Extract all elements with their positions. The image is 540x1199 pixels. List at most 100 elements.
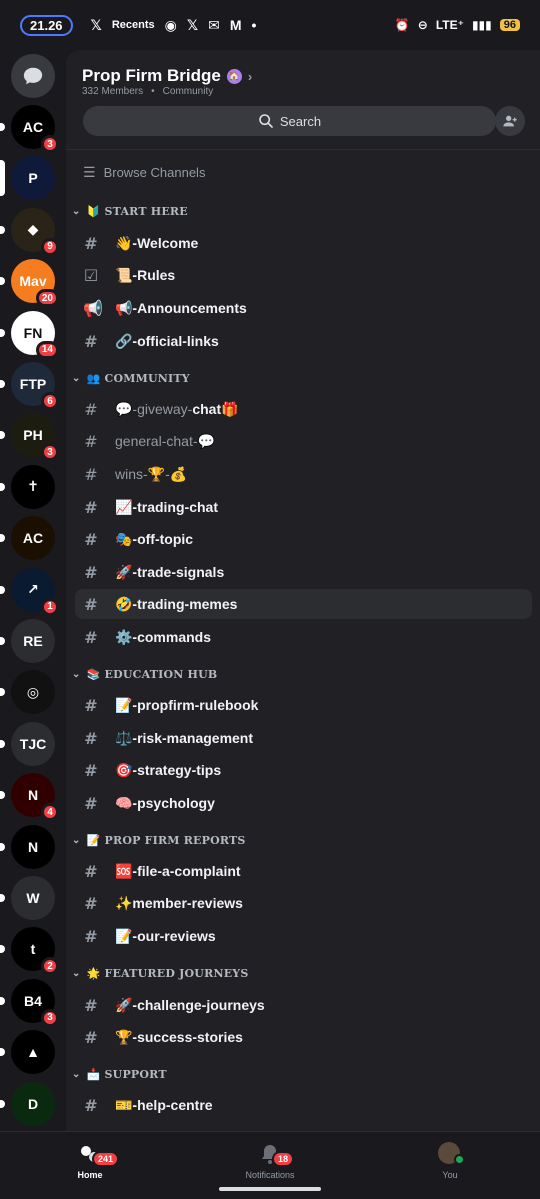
server-icon-14[interactable]: N4	[0, 769, 66, 822]
server-icon-7[interactable]: PH 3	[0, 410, 66, 462]
channel-name: 💬-giveway-	[115, 400, 193, 417]
x-icon: 𝕏	[90, 16, 102, 33]
tab-notifications-label: Notifications	[245, 1170, 295, 1180]
mention-badge: 9	[41, 237, 59, 256]
server-icon-20[interactable]: D	[0, 1078, 66, 1129]
server-initials: N	[27, 838, 39, 855]
network-label: LTE⁺	[435, 18, 464, 32]
channel-challenge-journeys[interactable]: # 🚀-challenge-journeys	[75, 990, 532, 1020]
member-count: 332 Members	[82, 86, 144, 97]
server-avatar: FTP 6	[11, 362, 59, 411]
channel-announcements[interactable]: 📢 📢-Announcements	[75, 293, 532, 323]
server-icon-15[interactable]: N	[0, 821, 66, 872]
hash-icon: #	[84, 331, 98, 351]
server-icon-13[interactable]: TJC	[0, 718, 66, 769]
server-icon-8[interactable]: ✝	[0, 461, 66, 512]
channel-name: ⚖️-risk-management	[115, 729, 254, 746]
server-icon-19[interactable]: ▲	[0, 1026, 66, 1077]
channel-commands[interactable]: # ⚙️-commands	[75, 622, 532, 652]
server-icon-10[interactable]: ↗ 1	[0, 564, 66, 616]
browse-channels[interactable]: ☰ Browse Channels	[83, 164, 205, 181]
invite-member-button[interactable]	[495, 106, 525, 136]
alarm-icon: ⏰	[394, 18, 410, 32]
server-icon-6[interactable]: FTP 6	[0, 358, 66, 411]
channel-psychology[interactable]: # 🧠-psychology	[75, 788, 532, 818]
server-avatar: B4 3	[11, 978, 59, 1027]
channel-risk-management[interactable]: # ⚖️-risk-management	[75, 723, 532, 753]
add-user-icon	[503, 115, 517, 127]
server-icon-1[interactable]: AC 3	[0, 101, 66, 154]
hash-icon: #	[84, 995, 98, 1015]
server-avatar: Mav 20	[11, 259, 59, 308]
server-initials: P	[28, 170, 38, 187]
status-bar: 21.26 𝕏 Recents ◉ 𝕏 ✉ M • ⏰ ⊖ LTE⁺ ▮▮▮ 9…	[0, 0, 540, 50]
search-icon	[259, 114, 273, 128]
channel-success-stories[interactable]: # 🏆-success-stories	[75, 1022, 532, 1052]
server-initials: RE	[23, 632, 43, 649]
server-icon-2[interactable]: P	[0, 153, 66, 204]
channel-trading-memes[interactable]: # 🤣-trading-memes	[75, 589, 532, 619]
server-avatar: W	[11, 875, 55, 920]
server-icon-17[interactable]: t2	[0, 924, 66, 976]
channel-trade-signals[interactable]: # 🚀-trade-signals	[75, 557, 532, 587]
channel-off-topic[interactable]: # 🎭-off-topic	[75, 524, 532, 554]
server-avatar: ✝	[11, 464, 55, 509]
channel-welcome[interactable]: # 👋-Welcome	[75, 228, 532, 258]
direct-messages-button[interactable]	[0, 50, 66, 101]
chevron-down-icon: ⌄	[72, 205, 81, 217]
channel-wins[interactable]: # wins-🏆-💰	[75, 459, 532, 489]
unread-indicator	[0, 380, 5, 389]
category-start-here[interactable]: ⌄ 🔰 START HERE	[72, 201, 188, 221]
x-icon-2: 𝕏	[186, 16, 199, 33]
channel-trading-chat[interactable]: # 📈-trading-chat	[75, 492, 532, 522]
channel-name: 📝-propfirm-rulebook	[115, 696, 259, 713]
channel-file-a-complaint[interactable]: # 🆘-file-a-complaint	[75, 856, 532, 886]
mention-badge: 14	[35, 340, 59, 359]
channel-name: 🔗-official-links	[115, 332, 219, 349]
server-icon-18[interactable]: B4 3	[0, 975, 66, 1027]
server-initials: N	[27, 787, 39, 804]
unread-indicator	[0, 123, 5, 132]
channel-giveway-chat[interactable]: # 💬-giveway-chat🎁	[75, 394, 532, 424]
category-community[interactable]: ⌄ 👥 COMMUNITY	[72, 368, 190, 388]
tab-home[interactable]: 241 Home	[40, 1142, 140, 1180]
server-icon-11[interactable]: RE	[0, 615, 66, 666]
channel-official-links[interactable]: # 🔗-official-links	[75, 326, 532, 356]
server-icon-3[interactable]: ◆ 9	[0, 204, 66, 256]
server-icon-5[interactable]: FN 14	[0, 307, 66, 359]
server-icon-4[interactable]: Mav 20	[0, 256, 66, 308]
server-rail[interactable]: AC 3 P ◆ 9 Mav 20 FN 14 FTP 6 PH 3 ✝ AC ↗ 1 RE ◎ TJC N 4 N Wt 2 B…	[0, 50, 66, 1130]
search-bar[interactable]: Search	[83, 106, 496, 136]
community-badge-icon: 🏠	[226, 68, 242, 84]
server-initials: ◆	[27, 221, 39, 238]
server-initials: B4	[24, 992, 42, 1009]
channel-rules[interactable]: ☑ 📜-Rules	[75, 260, 532, 290]
hash-icon: #	[84, 861, 98, 881]
hash-icon: #	[84, 893, 98, 913]
server-icon-12[interactable]: ◎	[0, 667, 66, 718]
category-education-hub[interactable]: ⌄ 📚 EDUCATION HUB	[72, 664, 217, 684]
channel-help-centre[interactable]: # 🎫-help-centre	[75, 1090, 532, 1120]
channel-our-reviews[interactable]: # 📝-our-reviews	[75, 921, 532, 951]
mention-badge: 3	[41, 1008, 59, 1027]
server-icon-9[interactable]: AC	[0, 513, 66, 564]
channel-propfirm-rulebook[interactable]: # 📝-propfirm-rulebook	[75, 690, 532, 720]
mention-badge: 3	[41, 443, 59, 462]
server-header[interactable]: Prop Firm Bridge 🏠 ›	[82, 66, 252, 86]
server-icon-16[interactable]: W	[0, 872, 66, 923]
server-avatar: ▲	[11, 1030, 55, 1075]
tab-you[interactable]: You	[400, 1142, 500, 1180]
channel-general-chat[interactable]: # general-chat-💬	[75, 426, 532, 456]
rules-checkbox-icon: ☑	[83, 265, 99, 285]
home-badge: 241	[92, 1151, 120, 1167]
category-support[interactable]: ⌄ 📩 SUPPORT	[72, 1064, 167, 1084]
server-avatar: ◎	[11, 670, 55, 715]
server-avatar: RE	[11, 618, 55, 663]
tab-you-label: You	[442, 1170, 458, 1180]
category-prop-firm-reports[interactable]: ⌄ 📝 PROP FIRM REPORTS	[72, 830, 246, 850]
selected-server-indicator	[0, 160, 5, 197]
tab-notifications[interactable]: 18 Notifications	[220, 1142, 320, 1180]
category-featured-journeys[interactable]: ⌄ 🌟 FEATURED JOURNEYS	[72, 963, 248, 983]
channel-member-reviews[interactable]: # ✨member-reviews	[75, 888, 532, 918]
channel-strategy-tips[interactable]: # 🎯-strategy-tips	[75, 755, 532, 785]
